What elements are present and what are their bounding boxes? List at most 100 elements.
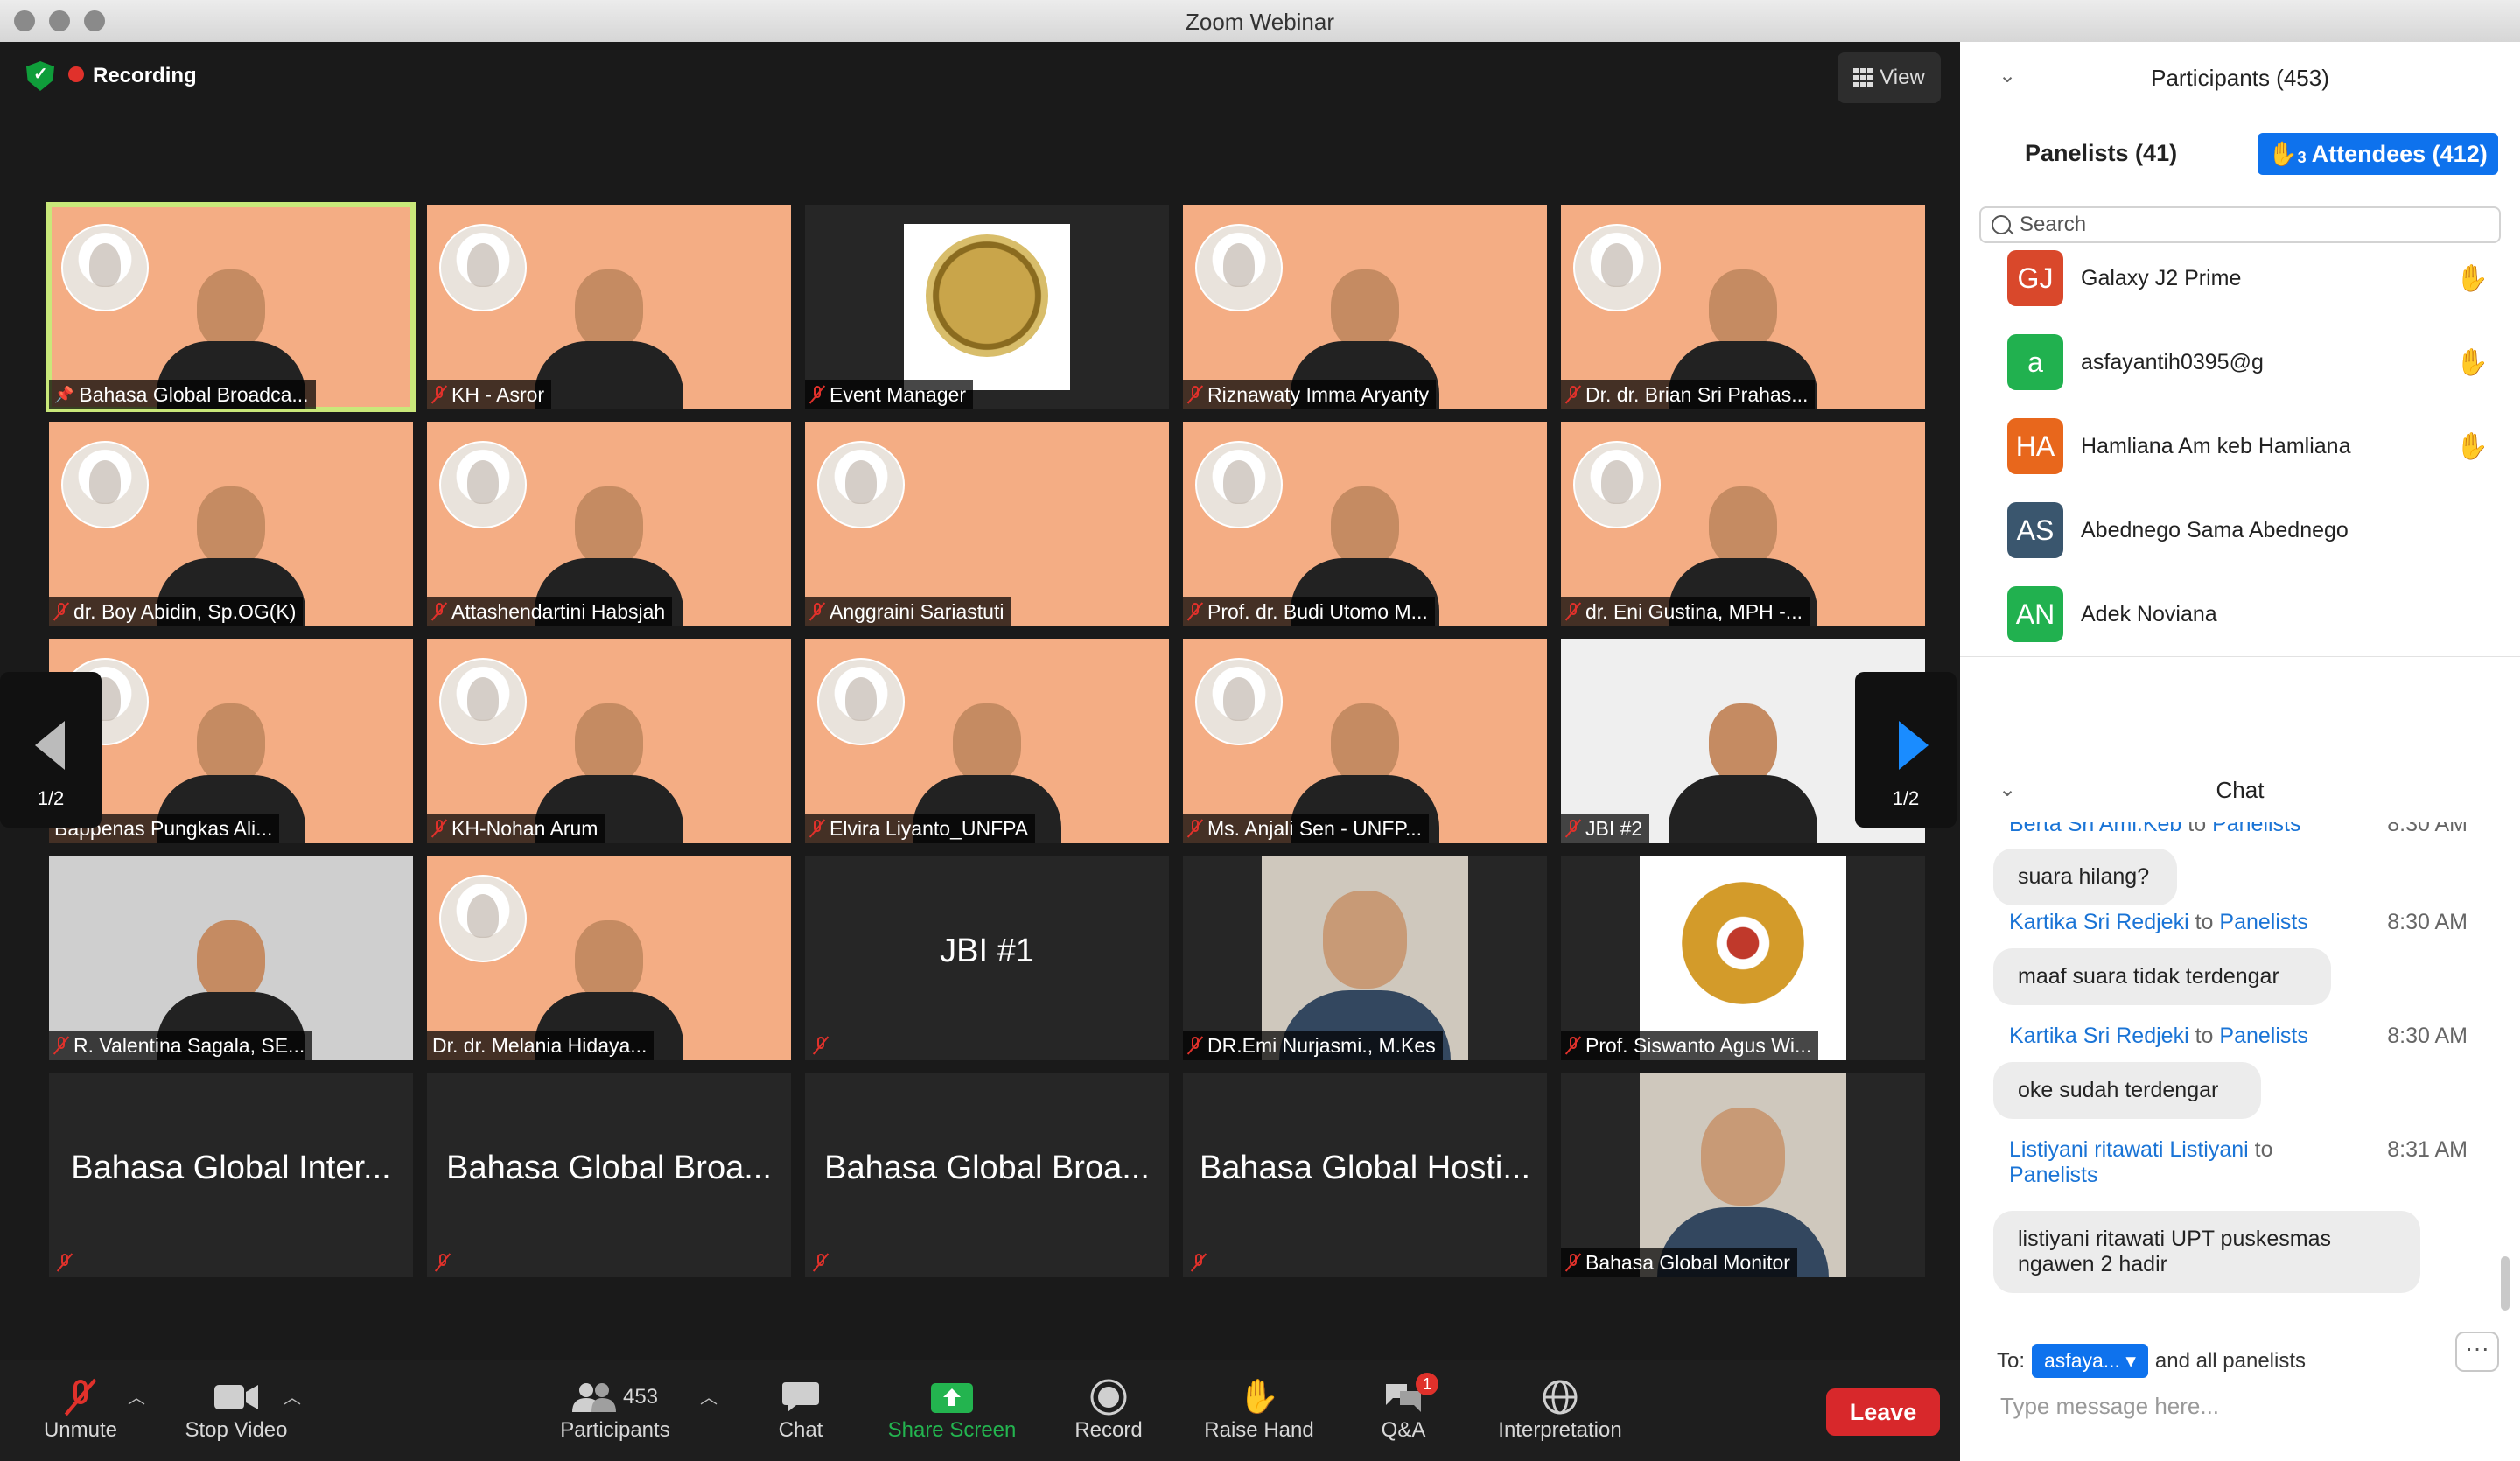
video-tile[interactable]: Prof. dr. Budi Utomo M... xyxy=(1183,422,1547,626)
participants-caret-icon[interactable]: ︿ xyxy=(700,1383,718,1409)
video-tile[interactable]: Bahasa Global Inter... xyxy=(49,1073,413,1277)
participant-name-bar: Ms. Anjali Sen - UNFP... xyxy=(1183,814,1429,843)
raise-hand-button[interactable]: ✋ Raise Hand xyxy=(1200,1376,1318,1443)
video-tile[interactable]: Dr. dr. Melania Hidaya... xyxy=(427,856,791,1060)
participant-name: Dr. dr. Brian Sri Prahas... xyxy=(1586,382,1809,406)
video-tile[interactable]: Attashendartini Habsjah xyxy=(427,422,791,626)
recipient-suffix: and all panelists xyxy=(2154,1348,2306,1373)
microphone-muted-icon xyxy=(432,602,446,621)
participant-name-bar: Anggraini Sariastuti xyxy=(805,597,1012,626)
video-tile[interactable]: Bappenas Pungkas Ali... xyxy=(49,639,413,843)
participant-row[interactable]: GJ Galaxy J2 Prime ✋ xyxy=(2007,250,2497,306)
video-tile[interactable]: DR.Emi Nurjasmi., M.Kes xyxy=(1183,856,1547,1060)
participant-name-bar: Dr. dr. Brian Sri Prahas... xyxy=(1561,380,1816,409)
security-shield-icon[interactable] xyxy=(26,61,54,91)
chat-sender[interactable]: Listiyani ritawati Listiyani xyxy=(2009,1137,2249,1162)
chat-sender[interactable]: Kartika Sri Redjeki xyxy=(2009,910,2189,934)
video-tile[interactable]: Bahasa Global Hosti... xyxy=(1183,1073,1547,1277)
participants-label: Participants xyxy=(560,1418,670,1442)
record-button[interactable]: Record xyxy=(1068,1376,1150,1443)
video-tile[interactable]: KH - Asror xyxy=(427,205,791,409)
microphone-muted-icon xyxy=(1566,602,1580,621)
participant-name-bar: Bahasa Global Monitor xyxy=(1561,1248,1797,1277)
video-tile[interactable]: Dr. dr. Brian Sri Prahas... xyxy=(1561,205,1925,409)
participant-search-input[interactable]: Search xyxy=(1979,206,2501,243)
stop-video-button[interactable]: Stop Video xyxy=(175,1376,298,1443)
video-stage: Recording View 📌 Bahasa Global Broadca...… xyxy=(0,42,1960,1360)
previous-page-button[interactable]: 1/2 xyxy=(0,672,102,828)
video-tile[interactable]: Bahasa Global Broa... xyxy=(805,1073,1169,1277)
chat-timestamp: 8:30 AM xyxy=(2387,1024,2468,1048)
chat-scrollbar[interactable] xyxy=(2501,1256,2510,1311)
video-tile[interactable]: R. Valentina Sagala, SE... xyxy=(49,856,413,1060)
kartini-portrait-icon xyxy=(817,658,905,745)
participant-row[interactable]: a asfayantih0395@g ✋ xyxy=(2007,334,2497,390)
video-tile[interactable]: Riznawaty Imma Aryanty xyxy=(1183,205,1547,409)
kartini-portrait-icon xyxy=(61,224,149,311)
chat-sender[interactable]: Kartika Sri Redjeki xyxy=(2009,1024,2189,1048)
recording-dot-icon xyxy=(68,66,84,82)
microphone-muted-icon xyxy=(1188,602,1202,621)
microphone-muted-icon xyxy=(1188,819,1202,838)
participant-row[interactable]: AS Abednego Sama Abednego xyxy=(2007,502,2497,558)
participant-name: Abednego Sama Abednego xyxy=(2081,517,2348,542)
participants-icon-row: 453 xyxy=(551,1376,679,1418)
chat-bubble: suara hilang? xyxy=(1993,849,2177,905)
video-tile[interactable]: Elvira Liyanto_UNFPA xyxy=(805,639,1169,843)
video-tile[interactable]: KH-Nohan Arum xyxy=(427,639,791,843)
share-screen-button[interactable]: Share Screen xyxy=(880,1376,1024,1443)
event-logo xyxy=(904,224,1070,390)
video-tile[interactable]: 📌 Bahasa Global Broadca... xyxy=(46,202,416,412)
side-panel: ⌄ Participants (453) Panelists (41) ✋ 3 … xyxy=(1960,42,2520,1461)
video-tile[interactable]: Anggraini Sariastuti xyxy=(805,422,1169,626)
next-page-button[interactable]: 1/2 xyxy=(1855,672,1956,828)
participant-row[interactable]: AN Adek Noviana xyxy=(2007,586,2497,642)
participant-name-bar: Riznawaty Imma Aryanty xyxy=(1183,380,1437,409)
tab-panelists[interactable]: Panelists (41) xyxy=(2025,140,2177,167)
avatar: GJ xyxy=(2007,250,2063,306)
chat-sender[interactable]: Berta Sri Ami.Keb xyxy=(2009,822,2181,836)
stop-video-label: Stop Video xyxy=(185,1418,288,1442)
microphone-muted-icon xyxy=(432,385,446,404)
audio-options-caret-icon[interactable]: ︿ xyxy=(128,1383,145,1409)
video-tile[interactable]: dr. Eni Gustina, MPH -... xyxy=(1561,422,1925,626)
leave-button[interactable]: Leave xyxy=(1826,1388,1940,1436)
microphone-muted-icon xyxy=(1566,819,1580,838)
participant-name: JBI #2 xyxy=(1586,816,1643,840)
avatar: HA xyxy=(2007,418,2063,474)
qa-button[interactable]: 1 Q&A xyxy=(1377,1373,1438,1443)
view-button[interactable]: View xyxy=(1838,52,1941,103)
grid-icon xyxy=(1853,68,1873,87)
participants-button[interactable]: 453 Participants xyxy=(551,1376,679,1443)
chat-button[interactable]: Chat xyxy=(770,1376,831,1443)
participant-name-bar: Event Manager xyxy=(805,380,973,409)
interpretation-button[interactable]: Interpretation xyxy=(1488,1376,1633,1443)
video-tile[interactable]: Prof. Siswanto Agus Wi... xyxy=(1561,856,1925,1060)
chat-message-input[interactable]: Type message here... xyxy=(2000,1393,2219,1420)
video-tile[interactable]: Event Manager xyxy=(805,205,1169,409)
participant-name-large: JBI #1 xyxy=(940,933,1034,969)
participant-row[interactable]: HA Hamliana Am keb Hamliana ✋ xyxy=(2007,418,2497,474)
video-tile[interactable]: Bahasa Global Monitor xyxy=(1561,1073,1925,1277)
recipient-dropdown[interactable]: asfaya... ▾ xyxy=(2032,1344,2148,1378)
participant-name: KH-Nohan Arum xyxy=(452,816,598,840)
video-tile[interactable]: Bahasa Global Broa... xyxy=(427,1073,791,1277)
view-button-label: View xyxy=(1880,66,1925,89)
video-tile[interactable]: Ms. Anjali Sen - UNFP... xyxy=(1183,639,1547,843)
unmute-button[interactable]: Unmute xyxy=(35,1376,126,1443)
kartini-portrait-icon xyxy=(1573,441,1661,528)
pin-icon: 📌 xyxy=(54,385,74,403)
qa-label: Q&A xyxy=(1381,1418,1426,1442)
tab-attendees[interactable]: ✋ 3 Attendees (412) xyxy=(2258,133,2498,175)
video-tile[interactable]: JBI #1 xyxy=(805,856,1169,1060)
participant-name: R. Valentina Sagala, SE... xyxy=(74,1033,305,1057)
raised-hand-icon: ✋ xyxy=(2455,347,2488,377)
chat-more-button[interactable]: ··· xyxy=(2455,1332,2499,1372)
chat-bubble: oke sudah terdengar xyxy=(1993,1062,2261,1119)
chat-message-header: Kartika Sri Redjeki to Panelists xyxy=(2009,910,2342,935)
participant-name: Event Manager xyxy=(830,382,966,406)
video-options-caret-icon[interactable]: ︿ xyxy=(284,1383,301,1409)
microphone-muted-icon xyxy=(35,1376,126,1418)
video-tile[interactable]: dr. Boy Abidin, Sp.OG(K) xyxy=(49,422,413,626)
participant-name: dr. Boy Abidin, Sp.OG(K) xyxy=(74,599,297,623)
